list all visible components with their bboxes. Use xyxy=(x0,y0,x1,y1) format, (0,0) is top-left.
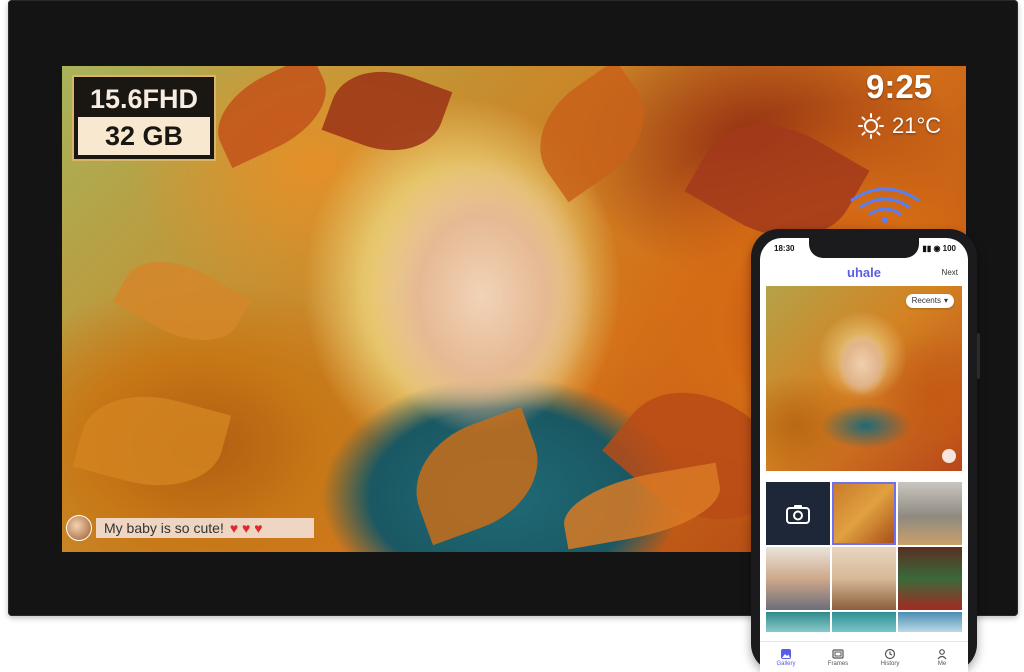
storage-label: 32 GB xyxy=(78,117,210,155)
gallery-icon xyxy=(781,648,791,659)
tab-label: Frames xyxy=(827,660,849,667)
avatar xyxy=(66,515,92,541)
next-button[interactable]: Next xyxy=(942,268,958,277)
chevron-down-icon: ▾ xyxy=(943,296,948,305)
photo-thumbnail[interactable] xyxy=(766,612,830,632)
tab-gallery[interactable]: Gallery xyxy=(766,648,806,667)
leaf-decoration xyxy=(72,379,232,503)
sun-icon xyxy=(858,113,884,139)
photo-thumbnail-selected[interactable] xyxy=(832,482,896,545)
history-icon xyxy=(884,648,896,659)
photo-thumbnail[interactable] xyxy=(832,612,896,632)
app-header: uhale Next xyxy=(760,262,968,282)
photo-thumbnail[interactable] xyxy=(766,547,830,610)
caption-text: My baby is so cute! xyxy=(104,520,224,536)
multi-select-icon[interactable] xyxy=(942,449,956,463)
leaf-decoration xyxy=(202,66,342,169)
photo-grid xyxy=(766,482,962,632)
bottom-tab-bar: Gallery Frames History Me xyxy=(760,641,968,672)
photo-preview[interactable]: Recents ▾ xyxy=(766,286,962,471)
camera-icon xyxy=(786,504,810,524)
recents-label: Recents xyxy=(911,296,941,305)
temperature: 21°C xyxy=(892,113,942,138)
frames-icon xyxy=(832,648,844,659)
smartphone: 18:30 ▮▮ ◉ 100 uhale Next Recents ▾ Gall… xyxy=(751,229,980,672)
phone-screen: 18:30 ▮▮ ◉ 100 uhale Next Recents ▾ Gall… xyxy=(760,238,968,672)
person-icon xyxy=(937,648,947,659)
heart-icon: ♥ ♥ ♥ xyxy=(229,520,263,536)
caption-bubble: My baby is so cute! ♥ ♥ ♥ xyxy=(96,518,314,538)
spec-badge: 15.6FHD 32 GB xyxy=(72,75,216,161)
clock-time: 9:25 xyxy=(866,68,933,105)
leaf-decoration xyxy=(112,240,252,362)
photo-thumbnail[interactable] xyxy=(832,547,896,610)
tab-history[interactable]: History xyxy=(870,648,910,667)
status-icons: ▮▮ ◉ 100 xyxy=(922,244,956,253)
phone-side-button xyxy=(977,333,980,379)
tab-label: Gallery xyxy=(776,660,796,667)
tab-me[interactable]: Me xyxy=(922,648,962,667)
photo-thumbnail[interactable] xyxy=(898,612,962,632)
recents-dropdown[interactable]: Recents ▾ xyxy=(905,294,954,308)
app-logo: uhale xyxy=(847,265,881,280)
leaf-decoration xyxy=(558,462,726,550)
leaf-decoration xyxy=(321,66,453,168)
phone-notch xyxy=(809,238,919,258)
tab-label: History xyxy=(880,660,900,667)
tab-frames[interactable]: Frames xyxy=(818,648,858,667)
photo-caption: My baby is so cute! ♥ ♥ ♥ xyxy=(66,515,314,541)
photo-thumbnail[interactable] xyxy=(898,547,962,610)
status-time: 18:30 xyxy=(774,244,795,253)
leaf-decoration xyxy=(517,66,667,203)
weather-widget: 21°C xyxy=(858,113,941,139)
photo-thumbnail[interactable] xyxy=(898,482,962,545)
leaf-decoration xyxy=(398,406,556,546)
tab-label: Me xyxy=(937,660,947,667)
resolution-label: 15.6FHD xyxy=(78,81,210,117)
camera-button[interactable] xyxy=(766,482,830,545)
wifi-icon xyxy=(850,187,920,223)
